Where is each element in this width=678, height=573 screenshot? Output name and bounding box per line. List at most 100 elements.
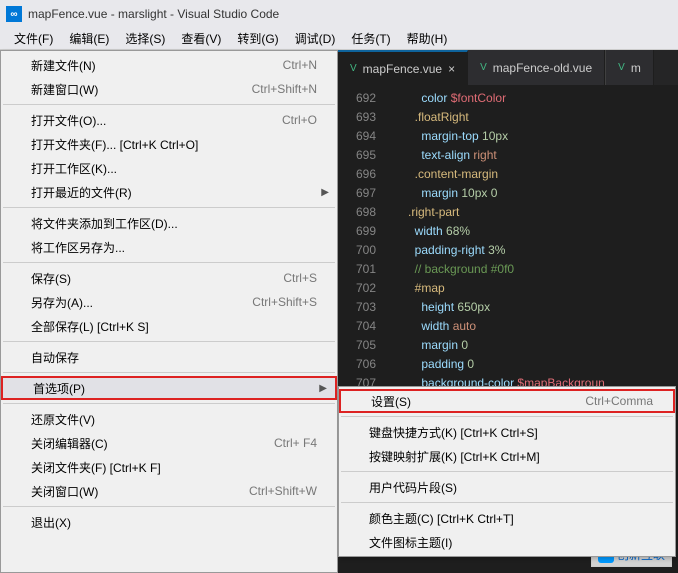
menu-item-8[interactable]: 文件图标主题(I) bbox=[339, 530, 675, 554]
code-line: height 650px bbox=[388, 298, 678, 317]
code-line: .content-margin bbox=[388, 165, 678, 184]
vscode-icon: ∞ bbox=[6, 6, 22, 22]
menu-separator bbox=[341, 471, 673, 472]
menu-separator bbox=[3, 262, 335, 263]
menu-item-label: 将工作区另存为... bbox=[31, 239, 125, 256]
menu-item-label: 全部保存(L) [Ctrl+K S] bbox=[31, 318, 149, 335]
code-line: margin-top 10px bbox=[388, 127, 678, 146]
menu-shortcut: Ctrl+ F4 bbox=[274, 436, 317, 450]
menu-4[interactable]: 转到(G) bbox=[229, 28, 286, 49]
code-line: // background #0f0 bbox=[388, 260, 678, 279]
menu-item-5[interactable]: 打开工作区(K)... bbox=[1, 156, 337, 180]
menu-item-label: 关闭编辑器(C) bbox=[31, 435, 108, 452]
menu-3[interactable]: 查看(V) bbox=[173, 28, 229, 49]
menu-item-17[interactable]: 首选项(P) ▶ bbox=[1, 376, 337, 400]
menu-item-label: 文件图标主题(I) bbox=[369, 534, 452, 551]
menu-2[interactable]: 选择(S) bbox=[117, 28, 173, 49]
menu-item-12[interactable]: 另存为(A)... Ctrl+Shift+S bbox=[1, 290, 337, 314]
menu-item-20[interactable]: 关闭编辑器(C) Ctrl+ F4 bbox=[1, 431, 337, 455]
menu-item-label: 关闭文件夹(F) [Ctrl+K F] bbox=[31, 459, 161, 476]
menu-item-0[interactable]: 新建文件(N)Ctrl+N bbox=[1, 53, 337, 77]
code-line: text-align right bbox=[388, 146, 678, 165]
code-line: #map bbox=[388, 279, 678, 298]
line-number: 706 bbox=[338, 355, 376, 374]
line-number: 697 bbox=[338, 184, 376, 203]
menu-0[interactable]: 文件(F) bbox=[6, 28, 61, 49]
close-icon[interactable]: × bbox=[448, 62, 455, 76]
menu-item-15[interactable]: 自动保存 bbox=[1, 345, 337, 369]
menu-item-9[interactable]: 将工作区另存为... bbox=[1, 235, 337, 259]
menu-item-4[interactable]: 打开文件夹(F)... [Ctrl+K Ctrl+O] bbox=[1, 132, 337, 156]
line-number: 696 bbox=[338, 165, 376, 184]
menu-shortcut: Ctrl+Shift+N bbox=[252, 82, 317, 96]
menu-separator bbox=[3, 403, 335, 404]
tab-0[interactable]: VmapFence.vue× bbox=[338, 50, 468, 85]
menu-item-13[interactable]: 全部保存(L) [Ctrl+K S] bbox=[1, 314, 337, 338]
menu-item-7[interactable]: 颜色主题(C) [Ctrl+K Ctrl+T] bbox=[339, 506, 675, 530]
line-number: 694 bbox=[338, 127, 376, 146]
code-line: width auto bbox=[388, 317, 678, 336]
menu-item-label: 打开文件(O)... bbox=[31, 112, 106, 129]
menu-item-label: 按键映射扩展(K) [Ctrl+K Ctrl+M] bbox=[369, 448, 540, 465]
submenu-arrow-icon: ▶ bbox=[319, 383, 327, 394]
menu-item-label: 用户代码片段(S) bbox=[369, 479, 457, 496]
menu-6[interactable]: 任务(T) bbox=[343, 28, 398, 49]
menu-item-19[interactable]: 还原文件(V) bbox=[1, 407, 337, 431]
code-line: .floatRight bbox=[388, 108, 678, 127]
menu-separator bbox=[3, 341, 335, 342]
menu-item-24[interactable]: 退出(X) bbox=[1, 510, 337, 534]
menu-item-label: 设置(S) bbox=[371, 393, 411, 410]
code-line: color $fontColor bbox=[388, 89, 678, 108]
code-line: .right-part bbox=[388, 203, 678, 222]
line-number: 705 bbox=[338, 336, 376, 355]
menu-7[interactable]: 帮助(H) bbox=[399, 28, 456, 49]
line-number: 703 bbox=[338, 298, 376, 317]
line-number: 702 bbox=[338, 279, 376, 298]
menu-item-label: 将文件夹添加到工作区(D)... bbox=[31, 215, 178, 232]
menu-separator bbox=[3, 506, 335, 507]
menu-item-3[interactable]: 打开文件(O)...Ctrl+O bbox=[1, 108, 337, 132]
menu-shortcut: Ctrl+Comma bbox=[585, 394, 653, 408]
line-number: 698 bbox=[338, 203, 376, 222]
menu-5[interactable]: 调试(D) bbox=[287, 28, 344, 49]
menu-item-label: 退出(X) bbox=[31, 514, 71, 531]
code-line: padding 0 bbox=[388, 355, 678, 374]
menu-item-11[interactable]: 保存(S)Ctrl+S bbox=[1, 266, 337, 290]
menu-item-21[interactable]: 关闭文件夹(F) [Ctrl+K F] bbox=[1, 455, 337, 479]
menu-item-2[interactable]: 键盘快捷方式(K) [Ctrl+K Ctrl+S] bbox=[339, 420, 675, 444]
menu-item-label: 打开文件夹(F)... [Ctrl+K Ctrl+O] bbox=[31, 136, 198, 153]
line-number: 699 bbox=[338, 222, 376, 241]
code-line: margin 0 bbox=[388, 336, 678, 355]
window-title: mapFence.vue - marslight - Visual Studio… bbox=[28, 7, 279, 21]
menu-item-label: 保存(S) bbox=[31, 270, 71, 287]
menu-item-6[interactable]: 打开最近的文件(R) ▶ bbox=[1, 180, 337, 204]
menu-item-label: 关闭窗口(W) bbox=[31, 483, 98, 500]
menu-shortcut: Ctrl+Shift+W bbox=[249, 484, 317, 498]
menu-separator bbox=[3, 104, 335, 105]
preferences-submenu: 设置(S) Ctrl+Comma 键盘快捷方式(K) [Ctrl+K Ctrl+S]… bbox=[338, 386, 676, 557]
submenu-arrow-icon: ▶ bbox=[321, 187, 329, 198]
window-titlebar: ∞ mapFence.vue - marslight - Visual Stud… bbox=[0, 0, 678, 28]
tab-2[interactable]: Vm bbox=[606, 50, 654, 85]
tab-label: m bbox=[631, 61, 641, 75]
menu-item-label: 首选项(P) bbox=[33, 380, 85, 397]
menu-separator bbox=[3, 372, 335, 373]
menu-item-3[interactable]: 按键映射扩展(K) [Ctrl+K Ctrl+M] bbox=[339, 444, 675, 468]
tab-1[interactable]: VmapFence-old.vue bbox=[468, 50, 605, 85]
menu-item-label: 还原文件(V) bbox=[31, 411, 95, 428]
menu-1[interactable]: 编辑(E) bbox=[61, 28, 117, 49]
menu-item-0[interactable]: 设置(S) Ctrl+Comma bbox=[339, 389, 675, 413]
code-line: margin 10px 0 bbox=[388, 184, 678, 203]
menu-item-22[interactable]: 关闭窗口(W) Ctrl+Shift+W bbox=[1, 479, 337, 503]
menu-separator bbox=[341, 416, 673, 417]
editor-tabs: VmapFence.vue×VmapFence-old.vueVm bbox=[338, 50, 678, 85]
menu-item-1[interactable]: 新建窗口(W)Ctrl+Shift+N bbox=[1, 77, 337, 101]
menu-shortcut: Ctrl+Shift+S bbox=[252, 295, 317, 309]
menu-item-8[interactable]: 将文件夹添加到工作区(D)... bbox=[1, 211, 337, 235]
menu-item-label: 打开工作区(K)... bbox=[31, 160, 117, 177]
tab-label: mapFence.vue bbox=[363, 62, 442, 76]
menu-item-label: 另存为(A)... bbox=[31, 294, 93, 311]
menu-item-5[interactable]: 用户代码片段(S) bbox=[339, 475, 675, 499]
menu-shortcut: Ctrl+N bbox=[283, 58, 317, 72]
menu-item-label: 打开最近的文件(R) bbox=[31, 184, 132, 201]
